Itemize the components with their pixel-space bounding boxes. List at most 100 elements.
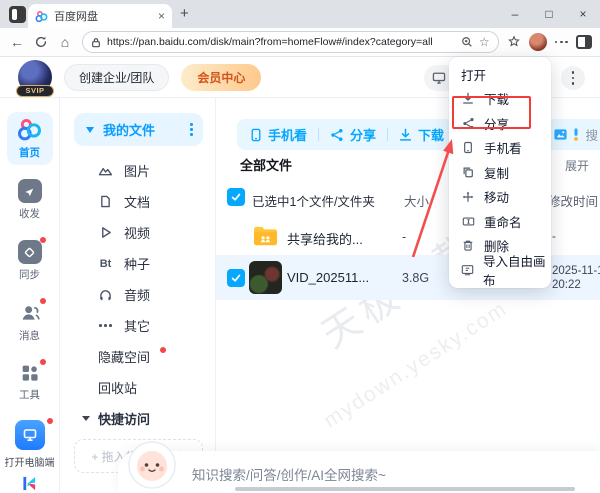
browser-profile-avatar[interactable] [529,33,547,51]
share-icon [330,128,344,142]
chevron-down-icon [82,416,90,421]
left-rail: 首页 收发 同步 [0,98,60,493]
menu-label: 移动 [484,187,509,206]
menu-item-import-canvas[interactable]: 导入自由画布 [449,258,551,283]
nav-panel: 我的文件 图片 文档 [60,98,216,493]
partner-logo-icon [22,476,37,491]
horizontal-scrollbar[interactable] [235,487,575,491]
nav-quick-access[interactable]: 快捷访问 [74,403,203,434]
favorite-star-icon[interactable]: ☆ [479,35,490,49]
menu-item-phone-view[interactable]: 手机看 [449,136,551,161]
nav-label: 种子 [124,254,150,273]
nav-label: 其它 [124,316,150,335]
phone-icon [250,128,262,142]
ai-search-placeholder[interactable]: 知识搜索/问答/创作/AI全网搜索~ [192,464,386,484]
tab-title: 百度网盘 [54,8,152,24]
nav-my-files[interactable]: 我的文件 [74,113,203,146]
nav-item-documents[interactable]: 文档 [74,186,203,217]
copy-icon [461,166,475,178]
notification-dot [40,237,46,243]
expand-link[interactable]: 展开 [565,157,589,174]
select-all-checkbox[interactable] [227,188,245,206]
collections-icon[interactable] [507,35,521,49]
rail-item-messages[interactable]: 消息 [7,296,53,348]
column-header-size[interactable]: 大小 [404,191,429,210]
workspaces-icon[interactable] [9,6,26,23]
modified-time: 20:22 [552,279,581,291]
nav-item-torrents[interactable]: Bt 种子 [74,248,203,279]
sidebar-toggle-icon[interactable] [576,35,592,49]
refresh-icon[interactable] [34,35,48,49]
file-modified: 2025-11-1 20:22 [552,264,600,292]
download-button[interactable]: 下载 [399,125,444,144]
menu-label: 分享 [484,114,509,133]
browser-menu-icon[interactable] [555,41,568,44]
phone-icon [461,141,475,154]
minimize-button[interactable]: – [498,0,532,28]
nav-item-videos[interactable]: 视频 [74,217,203,248]
menu-item-copy[interactable]: 复制 [449,160,551,185]
zoom-page-icon[interactable] [461,36,473,48]
create-team-button[interactable]: 创建企业/团队 [64,64,169,91]
baidu-pan-favicon [35,10,48,23]
notification-dot [40,298,46,304]
rail-item-transfer[interactable]: 收发 [7,174,53,226]
modified-date: 2025-11-1 [552,265,600,277]
nav-item-others[interactable]: 其它 [74,310,203,341]
sync-icon [18,240,42,264]
row-checkbox[interactable] [227,269,245,287]
menu-label: 下载 [484,89,509,108]
rail-item-sync[interactable]: 同步 [7,235,53,287]
browser-tab[interactable]: 百度网盘 × [28,4,172,28]
nav-item-audio[interactable]: 音频 [74,279,203,310]
my-files-more-icon[interactable] [190,123,193,136]
new-tab-button[interactable]: + [180,5,189,22]
audio-icon [98,289,113,301]
back-icon[interactable]: ← [8,34,26,50]
rail-label-transfer: 收发 [19,206,40,221]
menu-item-open[interactable]: 打开 [449,62,551,87]
download-label: 下载 [418,125,444,144]
file-name[interactable]: 共享给我的... [287,229,363,248]
menu-item-share[interactable]: 分享 [449,111,551,136]
vip-search-icon[interactable] [572,127,580,142]
tab-close-icon[interactable]: × [158,10,165,22]
menu-item-rename[interactable]: 重命名 [449,209,551,234]
trash-icon [461,239,475,252]
nav-item-hidden-space[interactable]: 隐藏空间 [74,341,203,372]
monitor-icon [432,72,446,84]
open-pc-client-label: 打开电脑端 [5,454,55,469]
menu-item-download[interactable]: 下载 [449,87,551,112]
address-bar[interactable]: https://pan.baidu.com/disk/main?from=hom… [82,31,499,53]
rail-label-home: 首页 [19,145,40,160]
rail-item-tools[interactable]: 工具 [7,357,53,407]
search-input[interactable]: 搜 [585,125,598,144]
document-icon [98,195,113,208]
open-pc-client-icon[interactable] [15,420,45,450]
user-avatar[interactable]: SVIP [18,60,52,94]
more-dots-icon [98,324,113,327]
home-icon[interactable]: ⌂ [56,34,74,50]
image-search-icon[interactable] [553,127,568,142]
close-button[interactable]: × [566,0,600,28]
nav-item-pictures[interactable]: 图片 [74,155,203,186]
messages-icon [18,301,42,325]
page-more-button[interactable] [561,66,585,90]
phone-view-button[interactable]: 手机看 [250,125,307,144]
file-name[interactable]: VID_202511... [287,270,369,285]
menu-label: 复制 [484,163,509,182]
member-center-button[interactable]: 会员中心 [181,64,261,91]
file-modified: - [552,230,556,244]
ai-mascot-icon [126,439,178,491]
move-icon [461,191,475,203]
menu-item-move[interactable]: 移动 [449,185,551,210]
lock-icon [91,37,101,48]
maximize-button[interactable]: □ [532,0,566,28]
nav-item-recycle-bin[interactable]: 回收站 [74,372,203,403]
column-header-modified[interactable]: 修改时间 [548,191,598,210]
share-button[interactable]: 分享 [330,125,376,144]
pictures-icon [98,164,113,177]
url-text[interactable]: https://pan.baidu.com/disk/main?from=hom… [107,36,455,48]
rail-item-home[interactable]: 首页 [7,112,53,165]
video-thumbnail [249,261,282,294]
